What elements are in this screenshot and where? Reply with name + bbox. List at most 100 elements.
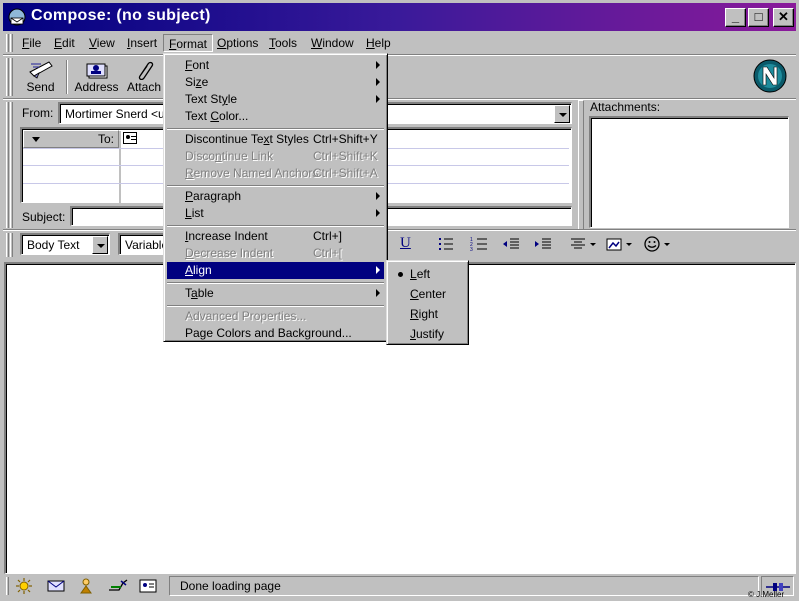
menubar-grip[interactable] — [6, 34, 9, 52]
menu-item-size[interactable]: Size — [167, 74, 384, 91]
address-grip-2 — [10, 102, 13, 228]
insert-object-icon[interactable] — [605, 236, 635, 255]
minimize-button[interactable]: _ — [725, 8, 746, 27]
menu-separator — [167, 185, 384, 187]
menu-item-page-colors[interactable]: Page Colors and Background... — [167, 325, 384, 342]
submenu-arrow-icon — [376, 266, 380, 274]
maximize-button[interactable]: □ — [748, 8, 769, 27]
attachments-list[interactable] — [589, 116, 789, 228]
chevron-down-icon[interactable] — [92, 236, 108, 254]
format-grip-2 — [10, 233, 13, 257]
attachments-label: Attachments: — [590, 100, 661, 114]
menu-separator — [167, 128, 384, 130]
address-button[interactable]: Address — [69, 58, 124, 96]
toolbar-separator — [66, 60, 68, 94]
menu-file[interactable]: File — [17, 34, 46, 52]
align-left-item[interactable]: Left — [390, 264, 465, 284]
increase-indent-icon[interactable] — [534, 236, 552, 255]
menu-view[interactable]: View — [84, 34, 120, 52]
address-label: Address — [74, 80, 119, 94]
menu-item-list[interactable]: List — [167, 205, 384, 222]
align-submenu: Left Center Right Justify — [386, 260, 469, 345]
subject-label: Subject: — [22, 210, 66, 224]
address-book-icon[interactable] — [139, 578, 157, 597]
netscape-logo[interactable] — [753, 59, 787, 93]
underline-icon[interactable]: U — [400, 235, 411, 252]
shortcut-decrease-indent: Ctrl+[ — [313, 246, 343, 260]
chevron-down-icon — [32, 137, 40, 142]
menu-item-text-color[interactable]: Text Color... — [167, 108, 384, 125]
column-divider — [119, 131, 121, 203]
people-icon[interactable] — [78, 577, 94, 598]
address-book-icon — [86, 63, 107, 79]
menu-help[interactable]: Help — [361, 34, 396, 52]
menu-edit[interactable]: Edit — [49, 34, 80, 52]
chevron-down-icon[interactable] — [554, 105, 570, 123]
menu-item-increase-indent[interactable]: Increase Indent Ctrl+] — [167, 228, 384, 245]
emoticon-icon[interactable] — [643, 235, 673, 256]
shortcut-discontinue-link: Ctrl+Shift+K — [313, 149, 378, 163]
menu-item-discontinue-text-styles[interactable]: Discontinue Text Styles Ctrl+Shift+Y — [167, 131, 384, 148]
title-bar[interactable]: Compose: (no subject) _ □ ✕ — [3, 3, 796, 31]
submenu-arrow-icon — [376, 78, 380, 86]
menu-format[interactable]: Format — [163, 34, 214, 52]
submenu-arrow-icon — [376, 289, 380, 297]
mail-icon[interactable] — [47, 578, 65, 597]
menu-item-text-style[interactable]: Text Style — [167, 91, 384, 108]
menu-item-table[interactable]: Table — [167, 285, 384, 302]
navigator-icon[interactable] — [15, 577, 33, 598]
submenu-arrow-icon — [376, 192, 380, 200]
menu-insert[interactable]: Insert — [122, 34, 162, 52]
toolbar-divider — [3, 98, 796, 100]
toolbar-grip[interactable] — [6, 58, 9, 96]
submenu-arrow-icon — [376, 209, 380, 217]
recipient-type-header[interactable]: To: — [23, 130, 119, 148]
align-right-item[interactable]: Right — [390, 304, 465, 324]
compose-window-icon — [7, 7, 27, 27]
menu-tools[interactable]: Tools — [264, 34, 302, 52]
menu-bar: File Edit View Insert Format Options Too… — [3, 32, 796, 54]
statusbar-grip — [6, 577, 9, 595]
decrease-indent-icon[interactable] — [502, 236, 520, 255]
menu-item-align[interactable]: Align — [167, 262, 384, 279]
window-title: Compose: (no subject) — [31, 7, 211, 24]
submenu-arrow-icon — [376, 95, 380, 103]
composer-icon[interactable] — [107, 577, 129, 598]
paragraph-style-value: Body Text — [27, 238, 80, 252]
send-label: Send — [26, 80, 55, 94]
format-grip[interactable] — [6, 233, 9, 257]
paragraph-style-select[interactable]: Body Text — [20, 233, 110, 255]
menu-separator — [167, 305, 384, 307]
menubar-grip-2 — [10, 34, 13, 52]
shortcut-increase-indent: Ctrl+] — [313, 229, 343, 243]
menu-item-decrease-indent: Decrease Indent Ctrl+[ — [185, 246, 343, 260]
close-icon: ✕ — [778, 9, 789, 24]
send-button[interactable]: Send — [13, 58, 68, 96]
align-center-item[interactable]: Center — [390, 284, 465, 304]
attachments-splitter[interactable] — [578, 100, 584, 230]
shortcut-discontinue-text-styles: Ctrl+Shift+Y — [313, 132, 378, 146]
menu-options[interactable]: Options — [212, 34, 263, 52]
bullet-list-icon[interactable] — [437, 236, 455, 255]
status-bar: Done loading page — [3, 575, 796, 597]
menu-item-advanced-properties: Advanced Properties... — [185, 309, 307, 323]
numbered-list-icon[interactable]: 123 — [469, 236, 489, 255]
menu-window[interactable]: Window — [306, 34, 359, 52]
align-justify-item[interactable]: Justify — [390, 324, 465, 344]
menu-item-font[interactable]: Font — [167, 57, 384, 74]
netscape-logo-icon — [753, 59, 787, 93]
menu-item-paragraph[interactable]: Paragraph — [167, 188, 384, 205]
close-button[interactable]: ✕ — [773, 8, 794, 27]
paperclip-icon — [138, 61, 154, 80]
menu-separator — [167, 282, 384, 284]
address-grip[interactable] — [6, 102, 9, 228]
format-menu: Font Size Text Style Text Color... Disco… — [163, 53, 388, 342]
to-label: To: — [98, 132, 115, 146]
address-card-icon — [123, 132, 137, 144]
attach-label: Attach — [126, 80, 162, 94]
attach-button[interactable]: Attach — [124, 58, 164, 96]
copyright-text: © J.Meller — [748, 590, 785, 599]
font-value: Variable — [125, 238, 169, 252]
align-icon[interactable] — [570, 236, 598, 255]
menu-item-remove-named-anchors: Remove Named Anchors Ctrl+Shift+A — [185, 166, 378, 180]
